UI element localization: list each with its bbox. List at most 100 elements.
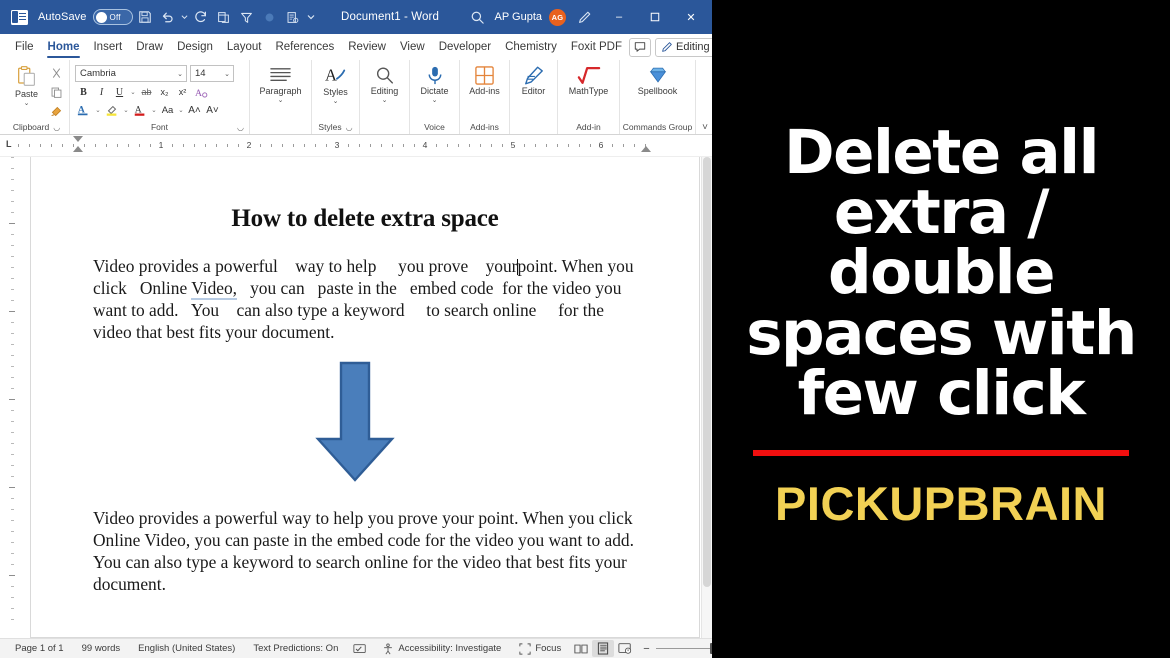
editor-button[interactable]: Editor [513,62,554,96]
save-icon[interactable] [134,5,156,29]
editing-button[interactable]: Editing ⌄ [363,62,406,104]
down-arrow-shape[interactable] [315,361,395,483]
dictate-button[interactable]: Dictate ⌄ [413,62,456,104]
circle-icon[interactable] [259,5,281,29]
status-text-predictions[interactable]: Text Predictions: On [244,640,347,658]
vertical-scrollbar[interactable] [701,157,712,638]
zoom-thumb[interactable] [710,643,712,654]
zoom-slider[interactable]: − + [636,643,712,655]
tab-foxit-pdf[interactable]: Foxit PDF [564,34,629,60]
grow-font-button[interactable]: A˄ [186,102,203,118]
chevron-down-icon[interactable]: ⌄ [177,106,185,114]
comment-icon[interactable] [629,38,651,57]
mathtype-button[interactable]: MathType [561,62,616,96]
redo-icon[interactable] [190,5,212,29]
spellbook-button[interactable]: Spellbook [623,62,692,96]
chevron-down-icon[interactable]: ⌄ [94,106,102,114]
status-focus[interactable]: Focus [510,640,570,658]
first-line-indent-marker[interactable] [73,136,83,142]
change-case-button[interactable]: Aa [159,102,176,118]
status-page[interactable]: Page 1 of 1 [6,640,73,658]
account-name[interactable]: AP Gupta [495,11,543,23]
tab-chemistry[interactable]: Chemistry [498,34,564,60]
chevron-down-icon[interactable]: ⌄ [333,98,339,105]
tab-design[interactable]: Design [170,34,220,60]
italic-button[interactable]: I [93,84,110,100]
maximize-button[interactable] [638,2,672,32]
tab-view[interactable]: View [393,34,432,60]
strikethrough-button[interactable]: ab [138,84,155,100]
dialog-launcher-icon[interactable]: ◡ [53,123,60,132]
spellcheck-icon[interactable] [347,640,373,658]
zoom-track[interactable] [656,648,712,649]
chevron-down-icon[interactable] [305,5,318,29]
paste-button[interactable]: Paste ⌄ [7,62,46,107]
collapse-ribbon-icon[interactable]: ˅ [702,122,708,133]
pen-icon[interactable] [568,5,600,29]
highlight-color-icon[interactable] [103,102,121,118]
underline-button[interactable]: U [111,84,128,100]
undo-dropdown-icon[interactable] [180,5,189,29]
status-word-count[interactable]: 99 words [73,640,130,658]
text-effects-icon[interactable]: A [192,84,211,100]
editing-mode-button[interactable]: Editing ˅ [655,38,712,57]
read-mode-icon[interactable] [570,640,592,657]
chevron-down-icon[interactable]: ⌄ [122,106,130,114]
status-accessibility[interactable]: Accessibility: Investigate [373,640,510,658]
font-name-combo[interactable]: Cambria ⌄ [75,65,187,82]
paragraph-with-extra-spaces[interactable]: Video provides a powerful way to help yo… [93,255,637,343]
tab-home[interactable]: Home [41,34,87,60]
paragraph-cleaned[interactable]: Video provides a powerful way to help yo… [93,507,637,595]
web-layout-icon[interactable] [614,640,636,657]
word-icon[interactable] [8,5,30,29]
autosave-toggle[interactable]: Off [93,9,133,25]
tab-layout[interactable]: Layout [220,34,269,60]
chevron-down-icon[interactable]: ⌄ [382,97,388,104]
status-language[interactable]: English (United States) [129,640,244,658]
right-indent-marker[interactable] [641,146,651,152]
funnel-icon[interactable] [236,5,258,29]
ruler-tick [392,144,393,147]
cut-icon[interactable] [46,65,66,82]
chevron-down-icon[interactable]: ⌄ [432,97,438,104]
chevron-down-icon[interactable]: ⌄ [150,106,158,114]
document-scroll-area[interactable]: How to delete extra space Video provides… [20,157,712,638]
left-indent-marker[interactable] [73,146,83,152]
print-layout-icon[interactable] [592,640,614,657]
tab-file[interactable]: File [8,34,41,60]
dialog-launcher-icon[interactable]: ◡ [346,123,353,132]
avatar[interactable]: AG [549,9,566,26]
scrollbar-thumb[interactable] [703,157,711,587]
tab-draw[interactable]: Draw [129,34,170,60]
font-color-icon[interactable]: A [131,102,149,118]
addins-button[interactable]: Add-ins [463,62,506,96]
chevron-down-icon[interactable]: ⌄ [129,88,137,96]
format-painter-icon[interactable] [46,103,66,120]
copy-icon[interactable] [46,84,66,101]
copy-icon[interactable] [213,5,235,29]
tab-references[interactable]: References [268,34,341,60]
minimize-button[interactable]: – [602,2,636,32]
chevron-down-icon[interactable]: ⌄ [278,97,284,104]
paragraph-button[interactable]: Paragraph ⌄ [253,62,308,104]
horizontal-ruler[interactable]: L 123456 [0,135,712,157]
bold-button[interactable]: B [75,84,92,100]
superscript-button[interactable]: x² [174,84,191,100]
shrink-font-button[interactable]: A˅ [204,102,221,118]
tab-insert[interactable]: Insert [86,34,129,60]
para1-link[interactable]: Video, [191,278,237,300]
chevron-down-icon[interactable]: ⌄ [24,100,30,107]
close-button[interactable]: ✕ [674,2,708,32]
search-icon[interactable] [463,5,493,29]
tab-developer[interactable]: Developer [432,34,498,60]
undo-icon[interactable] [157,5,179,29]
tab-review[interactable]: Review [341,34,393,60]
font-size-combo[interactable]: 14 ⌄ [190,65,234,82]
zoom-out-button[interactable]: − [643,643,649,655]
dialog-launcher-icon[interactable]: ◡ [237,123,244,132]
text-highlight-icon[interactable]: A [75,102,93,118]
print-preview-icon[interactable] [282,5,304,29]
subscript-button[interactable]: x₂ [156,84,173,100]
document-page[interactable]: How to delete extra space Video provides… [30,157,700,638]
styles-button[interactable]: A Styles ⌄ [315,62,356,105]
